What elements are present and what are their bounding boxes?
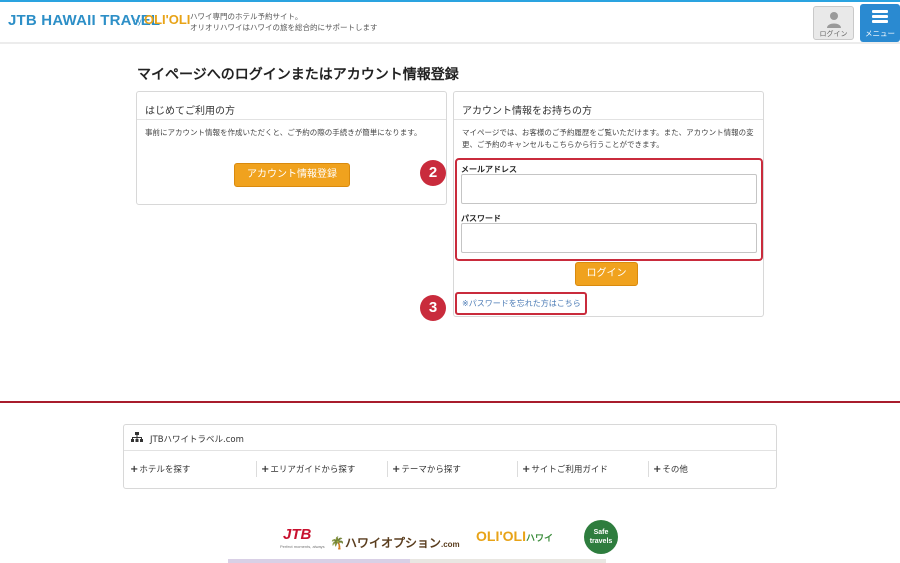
olelo-logo: OLI'OLI bbox=[144, 12, 190, 27]
footer-link-hotel[interactable]: +ホテルを探す bbox=[130, 463, 190, 475]
header-menu-label: メニュー bbox=[865, 29, 895, 38]
forgot-password-link[interactable]: ※パスワードを忘れた方はこちら bbox=[462, 298, 581, 309]
bottom-strip bbox=[228, 559, 418, 563]
sitemap-icon bbox=[131, 432, 143, 442]
footer-link-theme[interactable]: +テーマから探す bbox=[392, 463, 461, 475]
new-user-description: 事前にアカウント情報を作成いただくと、ご予約の際の手続きが簡単になります。 bbox=[145, 128, 422, 137]
hamburger-icon bbox=[872, 10, 888, 24]
footer-site-title[interactable]: JTBハワイトラベル.com bbox=[150, 433, 244, 445]
existing-user-panel-header: アカウント情報をお持ちの方 bbox=[454, 92, 763, 120]
page-title: マイページへのログインまたはアカウント情報登録 bbox=[137, 67, 459, 83]
footer-link-label: エリアガイドから探す bbox=[270, 465, 356, 475]
plus-icon: + bbox=[392, 464, 401, 475]
footer-link-label: その他 bbox=[662, 465, 688, 475]
safe-travels-badge[interactable]: Safe travels bbox=[584, 520, 618, 554]
bottom-strip bbox=[410, 559, 606, 563]
forgot-password-highlight: ※パスワードを忘れた方はこちら bbox=[455, 292, 587, 315]
palm-tree-icon: 🌴 bbox=[330, 536, 345, 550]
annotation-badge-2: 2 bbox=[420, 160, 446, 186]
footer-divider bbox=[0, 401, 900, 403]
header-menu-button[interactable]: メニュー bbox=[860, 4, 900, 42]
brand-by: by bbox=[133, 17, 142, 26]
footer-link-label: サイトご利用ガイド bbox=[531, 465, 608, 475]
olelo-hawaii-logo[interactable]: OLI'OLIハワイ bbox=[476, 528, 553, 544]
existing-user-heading: アカウント情報をお持ちの方 bbox=[462, 106, 592, 117]
hawaii-option-suffix: .com bbox=[440, 540, 460, 549]
footer-link-label: ホテルを探す bbox=[139, 465, 191, 475]
tagline-line-1: ハワイ専門のホテル予約サイト。 bbox=[190, 12, 303, 21]
olelo-logo-text: OLI'OLI bbox=[144, 12, 191, 27]
plus-icon: + bbox=[261, 464, 270, 475]
user-icon bbox=[827, 12, 841, 28]
register-account-button[interactable]: アカウント情報登録 bbox=[234, 163, 350, 187]
plus-icon: + bbox=[130, 464, 139, 475]
hawaii-option-logo[interactable]: 🌴ハワイオプション.com bbox=[330, 534, 460, 551]
new-user-heading: はじめてご利用の方 bbox=[145, 106, 235, 117]
header-shadow bbox=[0, 42, 900, 44]
footer-separator bbox=[387, 461, 388, 477]
header-login-button[interactable]: ログイン bbox=[813, 6, 854, 40]
password-field[interactable] bbox=[461, 223, 757, 253]
partner-logos: JTB Perfect moments, always 🌴ハワイオプション.co… bbox=[0, 520, 900, 560]
header-login-label: ログイン bbox=[819, 30, 848, 38]
top-header: JTB HAWAII TRAVEL by OLI'OLI ハワイ専門のホテル予約… bbox=[0, 0, 900, 44]
login-button[interactable]: ログイン bbox=[575, 262, 638, 286]
olelo-hawaii-suffix: ハワイ bbox=[526, 533, 554, 543]
footer-link-area-guide[interactable]: +エリアガイドから探す bbox=[261, 463, 355, 475]
footer-sitemap-header: JTBハワイトラベル.com bbox=[124, 425, 776, 451]
footer-link-other[interactable]: +その他 bbox=[653, 463, 688, 475]
plus-icon: + bbox=[522, 464, 531, 475]
footer-link-guide[interactable]: +サイトご利用ガイド bbox=[522, 463, 608, 475]
olelo-hawaii-text: OLI'OLI bbox=[476, 528, 526, 544]
footer-sitemap: JTBハワイトラベル.com +ホテルを探す +エリアガイドから探す +テーマか… bbox=[123, 424, 777, 489]
footer-separator bbox=[256, 461, 257, 477]
plus-icon: + bbox=[653, 464, 662, 475]
new-user-panel-header: はじめてご利用の方 bbox=[137, 92, 446, 120]
footer-separator bbox=[648, 461, 649, 477]
email-field[interactable] bbox=[461, 174, 757, 204]
new-user-panel: はじめてご利用の方 事前にアカウント情報を作成いただくと、ご予約の際の手続きが簡… bbox=[136, 91, 447, 205]
footer-link-label: テーマから探す bbox=[401, 465, 461, 475]
jtb-tagline: Perfect moments, always bbox=[280, 544, 325, 549]
hawaii-option-text: ハワイオプション bbox=[344, 536, 441, 550]
jtb-logo[interactable]: JTB bbox=[283, 526, 311, 543]
existing-user-description: マイページでは、お客様のご予約履歴をご覧いただけます。また、アカウント情報の変更… bbox=[462, 128, 754, 149]
header-tagline: ハワイ専門のホテル予約サイト。 オリオリハワイはハワイの旅を総合的にサポートしま… bbox=[190, 11, 378, 33]
tagline-line-2: オリオリハワイはハワイの旅を総合的にサポートします bbox=[190, 23, 378, 32]
annotation-badge-3: 3 bbox=[420, 295, 446, 321]
footer-separator bbox=[517, 461, 518, 477]
